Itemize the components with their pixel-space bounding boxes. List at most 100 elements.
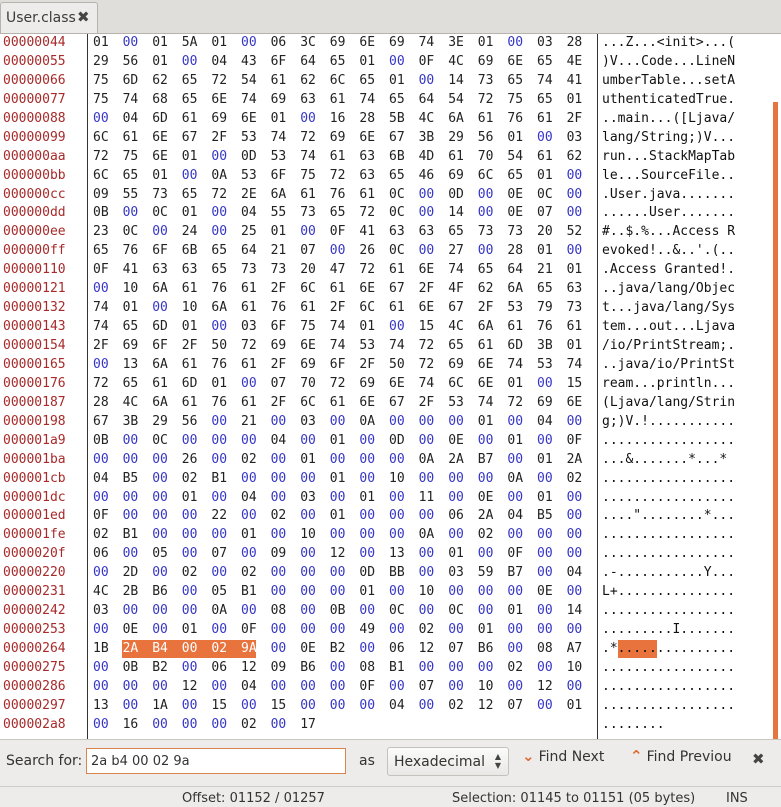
hex-byte[interactable]: 0E <box>478 489 494 508</box>
hex-byte[interactable]: 65 <box>123 167 139 186</box>
hex-byte[interactable]: 00 <box>182 53 198 72</box>
hex-byte[interactable]: B2 <box>330 640 346 659</box>
hex-byte[interactable]: 00 <box>448 413 464 432</box>
hex-byte[interactable]: 79 <box>537 299 553 318</box>
hex-row[interactable]: 00 04 6D 61 69 6E 01 00 16 28 5B 4C 6A 61 76 61 2F <box>93 110 595 129</box>
ascii-row[interactable]: (Ljava/lang/Strin <box>602 394 735 413</box>
hex-byte[interactable]: 52 <box>567 223 583 242</box>
hex-byte[interactable]: 00 <box>389 526 405 545</box>
hex-byte[interactable]: 76 <box>211 280 227 299</box>
hex-byte[interactable]: 00 <box>507 34 523 53</box>
hex-byte[interactable]: 00 <box>507 451 523 470</box>
hex-byte[interactable]: 13 <box>93 697 109 716</box>
ascii-row[interactable]: .-...........Y... <box>602 564 735 583</box>
hex-byte[interactable]: 5A <box>182 34 198 53</box>
hex-byte[interactable]: 07 <box>271 375 287 394</box>
find-next-button[interactable]: ⌄ Find Next <box>522 747 622 776</box>
hex-editor-pane[interactable]: 00000044 00000055 00000066 00000077 00000088… <box>0 34 781 740</box>
hex-byte[interactable]: 72 <box>330 167 346 186</box>
hex-byte[interactable]: 72 <box>359 204 375 223</box>
hex-byte[interactable]: 00 <box>300 545 316 564</box>
hex-byte[interactable]: 00 <box>152 678 168 697</box>
hex-byte[interactable]: 00 <box>537 659 553 678</box>
hex-byte[interactable]: 00 <box>152 489 168 508</box>
hex-row[interactable]: 0B 00 0C 00 00 00 04 00 01 00 0D 00 0E 00 01 00 0F <box>93 432 595 451</box>
hex-byte[interactable]: 03 <box>300 413 316 432</box>
hex-byte[interactable]: 0D <box>448 186 464 205</box>
hex-byte[interactable]: 2F <box>271 394 287 413</box>
hex-byte[interactable]: 06 <box>93 545 109 564</box>
hex-row[interactable]: 02 B1 00 00 00 01 00 10 00 00 00 0A 00 02 00 00 00 <box>93 526 595 545</box>
hex-byte[interactable]: 61 <box>537 110 553 129</box>
hex-byte[interactable]: 0B <box>123 659 139 678</box>
hex-byte[interactable]: 74 <box>359 91 375 110</box>
hex-byte[interactable]: 6D <box>123 72 139 91</box>
hex-byte[interactable]: 06 <box>211 659 227 678</box>
hex-byte[interactable]: 00 <box>567 678 583 697</box>
ascii-row[interactable]: .User.java....... <box>602 186 735 205</box>
hex-byte[interactable]: 54 <box>448 91 464 110</box>
hex-byte[interactable]: 00 <box>507 621 523 640</box>
hex-byte[interactable]: 04 <box>389 697 405 716</box>
hex-byte[interactable]: 65 <box>123 375 139 394</box>
hex-byte[interactable]: 00 <box>537 602 553 621</box>
hex-byte[interactable]: 53 <box>241 167 257 186</box>
hex-byte[interactable]: 53 <box>537 356 553 375</box>
hex-byte[interactable]: 12 <box>419 640 435 659</box>
hex-byte[interactable]: 03 <box>537 34 553 53</box>
hex-row[interactable]: 67 3B 29 56 00 21 00 03 00 0A 00 00 00 01 00 04 00 <box>93 413 595 432</box>
hex-byte[interactable]: 0C <box>152 432 168 451</box>
hex-row[interactable]: 00 00 00 26 00 02 00 01 00 00 00 0A 2A B7 00 01 2A <box>93 451 595 470</box>
hex-byte[interactable]: 6C <box>359 299 375 318</box>
hex-byte[interactable]: 6A <box>478 318 494 337</box>
hex-byte[interactable]: 05 <box>152 545 168 564</box>
hex-byte[interactable]: 00 <box>419 242 435 261</box>
hex-byte[interactable]: 73 <box>567 299 583 318</box>
hex-byte[interactable]: 00 <box>241 375 257 394</box>
hex-byte[interactable]: 00 <box>330 659 346 678</box>
hex-byte[interactable]: 00 <box>567 242 583 261</box>
hex-byte[interactable]: 67 <box>448 299 464 318</box>
hex-byte[interactable]: 12 <box>182 678 198 697</box>
hex-byte[interactable]: 02 <box>271 507 287 526</box>
hex-row[interactable]: 13 00 1A 00 15 00 15 00 00 00 04 00 02 12 07 00 01 <box>93 697 595 716</box>
hex-byte[interactable]: 76 <box>211 394 227 413</box>
hex-byte[interactable]: 0C <box>537 186 553 205</box>
hex-byte[interactable]: 74 <box>567 356 583 375</box>
hex-byte[interactable]: 74 <box>271 129 287 148</box>
hex-byte[interactable]: 70 <box>300 375 316 394</box>
hex-byte[interactable]: 01 <box>567 91 583 110</box>
hex-byte[interactable]: 00 <box>152 507 168 526</box>
hex-byte[interactable]: 00 <box>152 451 168 470</box>
hex-row[interactable]: 72 75 6E 01 00 0D 53 74 61 63 6B 4D 61 70 54 61 62 <box>93 148 595 167</box>
hex-byte[interactable]: 6B <box>389 148 405 167</box>
hex-byte[interactable]: 10 <box>300 526 316 545</box>
hex-byte[interactable]: 6E <box>478 356 494 375</box>
hex-byte[interactable]: 69 <box>271 91 287 110</box>
hex-byte[interactable]: 00 <box>123 204 139 223</box>
hex-byte[interactable]: 65 <box>478 261 494 280</box>
hex-byte[interactable]: 6A <box>211 299 227 318</box>
hex-byte[interactable]: 72 <box>241 337 257 356</box>
hex-byte[interactable]: 65 <box>123 318 139 337</box>
hex-byte[interactable]: 01 <box>359 53 375 72</box>
hex-byte[interactable]: 00 <box>537 526 553 545</box>
hex-byte[interactable]: 00 <box>330 242 346 261</box>
ascii-row[interactable]: )V...Code...LineN <box>602 53 735 72</box>
hex-byte[interactable]: 01 <box>271 223 287 242</box>
hex-byte[interactable]: 01 <box>241 526 257 545</box>
hex-byte[interactable]: 01 <box>537 451 553 470</box>
hex-byte[interactable]: 16 <box>123 716 139 735</box>
hex-byte[interactable]: 69 <box>448 356 464 375</box>
hex-byte[interactable]: 10 <box>478 678 494 697</box>
hex-byte[interactable]: 28 <box>93 394 109 413</box>
hex-byte[interactable]: 53 <box>507 299 523 318</box>
hex-byte[interactable]: 6F <box>330 356 346 375</box>
hex-byte[interactable]: 75 <box>93 72 109 91</box>
find-previous-button[interactable]: ⌃ Find Previou <box>630 747 738 776</box>
hex-byte[interactable]: 2F <box>567 110 583 129</box>
hex-byte[interactable]: 00 <box>419 470 435 489</box>
hex-row[interactable]: 00 10 6A 61 76 61 2F 6C 61 6E 67 2F 4F 62 6A 65 63 <box>93 280 595 299</box>
hex-byte[interactable]: 73 <box>152 186 168 205</box>
hex-byte[interactable]: 00 <box>182 507 198 526</box>
